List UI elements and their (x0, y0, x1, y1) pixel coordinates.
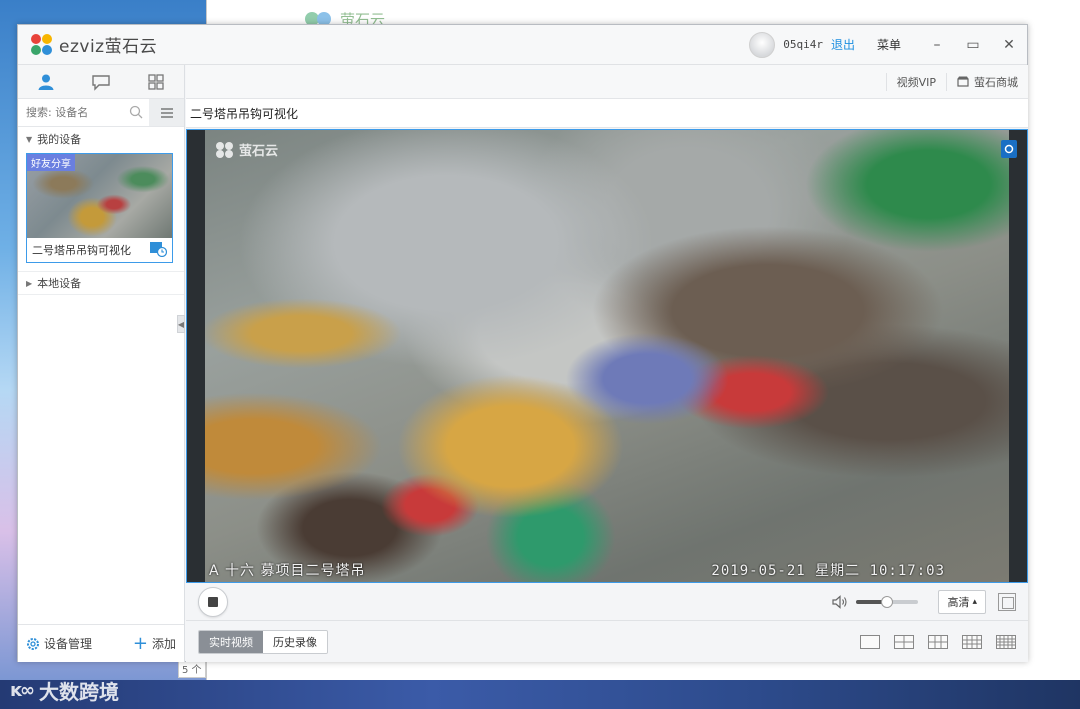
view-mode-tabs: 实时视频 历史录像 (198, 629, 328, 654)
layout-1x1-icon[interactable] (860, 634, 880, 649)
store-icon (957, 76, 969, 87)
camera-status-icon (1001, 140, 1017, 158)
logout-link[interactable]: 退出 (831, 36, 855, 53)
volume-control (832, 594, 919, 609)
video-scene (205, 130, 1009, 582)
username: 05qi4r (783, 38, 823, 51)
maximize-button[interactable]: ▭ (955, 37, 991, 53)
group-my-devices[interactable]: ▼ 我的设备 (18, 127, 184, 151)
fullscreen-icon[interactable] (998, 592, 1016, 611)
layout-3x2-icon[interactable] (928, 634, 948, 649)
volume-slider[interactable] (856, 595, 919, 608)
ezviz-logo-icon (31, 33, 53, 56)
title-bar: ezviz萤石云 05qi4r 退出 菜单 – ▭ ✕ (18, 25, 1027, 65)
top-toolbar: 视频VIP 萤石商城 (186, 65, 1028, 99)
caret-right-icon: ▶ (26, 278, 33, 288)
chat-bubble-icon (92, 74, 110, 91)
playback-controls: 高清 ▴ (186, 583, 1028, 621)
store-label: 萤石商城 (974, 75, 1018, 89)
osd-camera-name: A 十六 募项目二号塔吊 (209, 563, 366, 579)
search-icon[interactable] (129, 105, 143, 119)
video-vip-link[interactable]: 视频VIP (885, 72, 946, 91)
layout-4x3-icon[interactable] (962, 634, 982, 649)
group-local-devices[interactable]: ▶ 本地设备 (18, 271, 184, 295)
layout-switcher (860, 634, 1016, 649)
video-vip-label: 视频VIP (896, 75, 936, 89)
device-card[interactable]: 好友分享 二号塔吊吊钩可视化 (26, 153, 173, 263)
caret-up-icon: ▴ (972, 596, 977, 607)
watermark: ᴋ∞ 大数跨境 (10, 676, 119, 705)
sidebar-footer: 设备管理 + 添加 (18, 624, 184, 662)
search-row (18, 99, 184, 127)
video-letterbox-left (187, 130, 205, 582)
caret-down-icon: ▼ (26, 134, 33, 144)
watermark-logo-icon: ᴋ∞ (10, 680, 35, 701)
group-label: 我的设备 (37, 133, 82, 146)
store-link[interactable]: 萤石商城 (946, 72, 1028, 91)
stop-button[interactable] (198, 586, 228, 617)
device-management-button[interactable]: 设备管理 (26, 635, 92, 652)
desktop-background-strip (0, 680, 1080, 709)
stop-icon (208, 596, 218, 607)
plus-icon: + (132, 632, 148, 654)
menu-button[interactable]: 菜单 (877, 36, 901, 53)
watermark-text: 大数跨境 (38, 680, 119, 704)
title-bar-controls: 05qi4r 退出 菜单 – ▭ ✕ (749, 25, 1027, 64)
search-box (18, 99, 149, 126)
device-name: 二号塔吊吊钩可视化 (32, 244, 131, 257)
ezviz-app-window: ezviz萤石云 05qi4r 退出 菜单 – ▭ ✕ 搜索: 设备名 ▼ 我的… (17, 24, 1028, 662)
list-view-button[interactable] (149, 99, 184, 126)
list-icon (160, 107, 173, 118)
gear-icon (27, 637, 39, 650)
layout-2x2-icon[interactable] (894, 634, 914, 649)
speaker-icon[interactable] (832, 594, 848, 609)
quality-label: 高清 (947, 595, 970, 609)
tab-messages[interactable] (73, 65, 128, 98)
video-watermark-logo: 萤石云 (215, 140, 278, 159)
add-device-button[interactable]: + 添加 (132, 632, 176, 654)
layout-5x4-icon[interactable] (996, 634, 1016, 649)
close-button[interactable]: ✕ (991, 37, 1027, 53)
device-sidebar: ▼ 我的设备 好友分享 二号塔吊吊钩可视化 ▶ 本地设备 设备管理 (18, 65, 185, 662)
quality-select[interactable]: 高清 ▴ (938, 589, 986, 614)
sidebar-tabs (18, 65, 184, 99)
video-pane: 视频VIP 萤石商城 二号塔吊吊钩可视化 萤石云 A 十六 募项目二号塔吊 20… (186, 65, 1028, 662)
tab-apps[interactable] (129, 65, 184, 98)
grid-icon (148, 73, 164, 90)
user-icon (38, 74, 54, 90)
avatar[interactable] (749, 31, 776, 58)
osd-timestamp: 2019-05-21 星期二 10:17:03 (711, 563, 945, 579)
minimize-button[interactable]: – (919, 37, 955, 53)
tab-live-video[interactable]: 实时视频 (199, 630, 263, 653)
live-video[interactable]: 萤石云 A 十六 募项目二号塔吊 2019-05-21 星期二 10:17:03 (186, 129, 1028, 583)
group-label: 本地设备 (37, 277, 82, 290)
volume-knob[interactable] (881, 595, 894, 608)
brand-name: ezviz萤石云 (59, 37, 158, 57)
share-badge: 好友分享 (27, 154, 75, 171)
tab-devices[interactable] (18, 65, 73, 98)
video-letterbox-right (1009, 130, 1027, 582)
ezviz-logo-icon (216, 141, 233, 158)
video-title: 二号塔吊吊钩可视化 (186, 99, 1028, 128)
video-logo-text: 萤石云 (239, 144, 279, 159)
bottom-bar: 实时视频 历史录像 (186, 621, 1028, 662)
playback-icon[interactable] (149, 241, 167, 257)
tab-history-recording[interactable]: 历史录像 (263, 630, 327, 653)
device-management-label: 设备管理 (44, 637, 93, 651)
collapse-sidebar-handle[interactable]: ◀ (177, 315, 185, 333)
brand: ezviz萤石云 (31, 32, 157, 57)
add-device-label: 添加 (151, 637, 176, 651)
